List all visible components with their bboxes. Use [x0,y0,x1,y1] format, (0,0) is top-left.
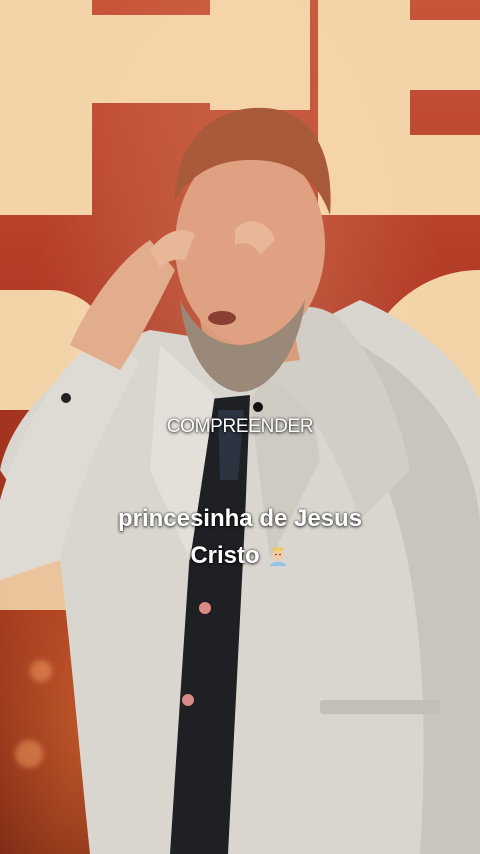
cufflink [61,393,71,403]
mouth [208,311,236,325]
video-frame[interactable]: COMPREENDER princesinha de Jesus Cristo [0,0,480,854]
caption-line-2-text: Cristo [190,542,260,569]
caption-line-2: Cristo [0,537,480,574]
overlay-word: COMPREENDER [166,416,314,437]
jacket-pocket [320,700,440,714]
jacket-button [182,694,194,706]
lapel-microphone [253,402,263,412]
video-caption: princesinha de Jesus Cristo [0,500,480,574]
princess-emoji-icon [269,546,286,566]
jacket-button [199,602,211,614]
caption-line-1: princesinha de Jesus [117,505,363,532]
